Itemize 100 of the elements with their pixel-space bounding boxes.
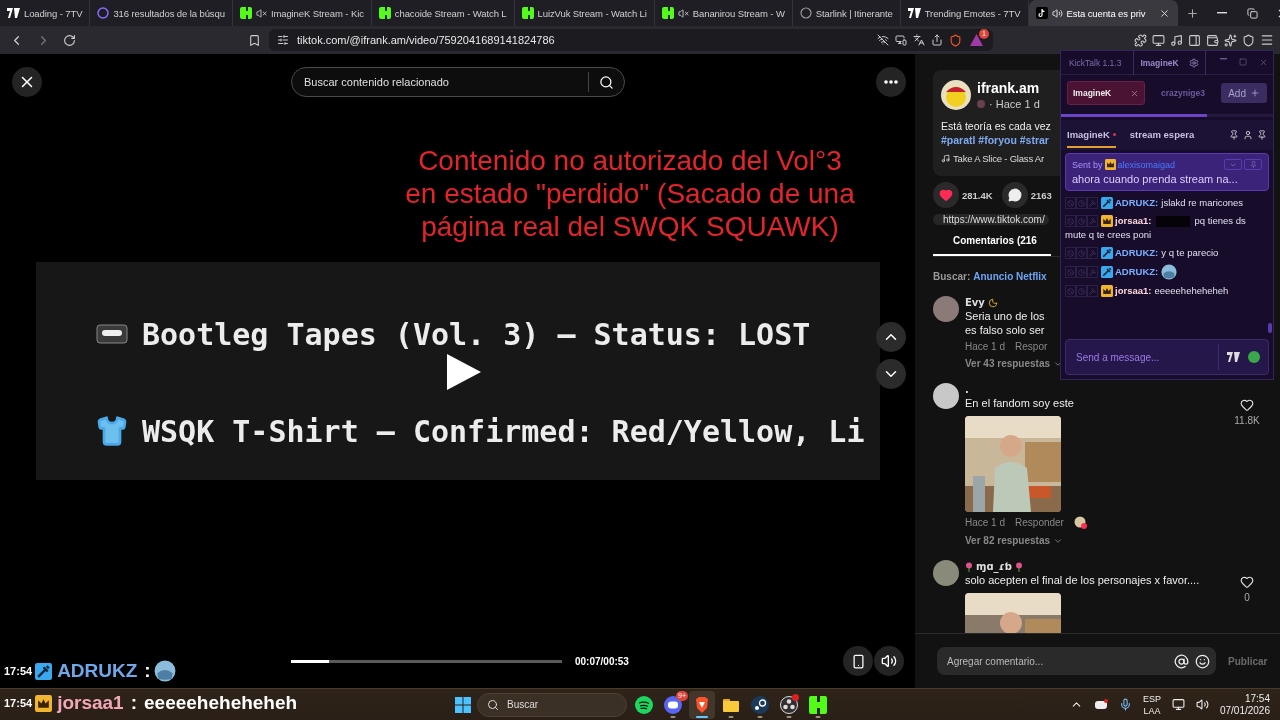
hammer-icon	[1089, 287, 1096, 295]
keyboard-layout: LAA	[1143, 704, 1161, 717]
wifi-off-icon[interactable]	[877, 34, 889, 46]
taskbar-app[interactable]	[689, 690, 715, 719]
add-button[interactable]: Add	[1221, 83, 1267, 103]
volume-icon[interactable]	[1195, 698, 1209, 711]
speech-bubble-icon	[1007, 188, 1022, 202]
kick-logo-icon	[661, 7, 674, 19]
video-text: Bootleg Tapes (Vol. 3) — Status: LOST	[142, 316, 811, 352]
reply-link[interactable]: Responder	[1015, 517, 1064, 528]
hammer-icon	[1089, 199, 1096, 207]
zigzag-logo-icon[interactable]	[1227, 352, 1240, 362]
close-icon	[1258, 58, 1268, 67]
hammer-icon	[1089, 268, 1096, 276]
scrollbar-thumb[interactable]	[1268, 323, 1272, 333]
windows-logo-icon[interactable]	[455, 696, 471, 713]
music-icon[interactable]	[1170, 33, 1183, 47]
url-text[interactable]: tiktok.com/@ifrank.am/video/7592041689141824786	[297, 34, 555, 46]
site-settings-icon[interactable]	[277, 34, 289, 46]
user-icon[interactable]	[1243, 130, 1253, 140]
settings-icon[interactable]	[1188, 57, 1199, 68]
chat-message: jslakd re maricones	[1161, 196, 1244, 210]
pin-icon[interactable]	[1257, 130, 1267, 140]
emoji-icon[interactable]	[1195, 653, 1210, 669]
mention-icon[interactable]	[1174, 653, 1189, 669]
hammer-icon	[1089, 249, 1096, 257]
reload-icon	[63, 33, 76, 47]
shield-icon[interactable]	[1242, 33, 1255, 47]
monitor-icon[interactable]	[1152, 33, 1165, 47]
chatroom-tab[interactable]: ImagineK	[1067, 81, 1145, 105]
reply-link[interactable]: Respor	[1015, 341, 1048, 352]
share-icon[interactable]	[931, 34, 943, 46]
chat-separator: :	[130, 692, 137, 714]
taskbar-search-input[interactable]: Buscar	[505, 698, 617, 711]
link-field[interactable]: https://www.tiktok.com/	[933, 214, 1049, 225]
globe-icon	[799, 7, 812, 19]
chat-username: jorsaa1:	[1115, 284, 1152, 298]
volume-button[interactable]	[874, 646, 904, 676]
speaker-icon[interactable]	[1051, 7, 1063, 19]
wallet-icon[interactable]	[1206, 33, 1219, 47]
pin-icon[interactable]	[1229, 130, 1239, 140]
post-time: · Hace 1 d	[989, 98, 1040, 110]
like-button[interactable]	[933, 182, 959, 208]
emoji-icon[interactable]	[1248, 351, 1260, 363]
puzzle-icon[interactable]	[1134, 33, 1147, 47]
search-link[interactable]: Anuncio Netflix	[973, 271, 1047, 282]
muted-speaker-icon[interactable]	[677, 7, 689, 19]
search-icon	[487, 698, 499, 711]
steam-logo-icon	[751, 695, 769, 714]
comment-input[interactable]: Agregar comentario...	[945, 654, 1168, 668]
chat-message: y q te parecio	[1161, 246, 1219, 260]
chat-message: eeeeeheheheheh	[144, 692, 298, 714]
chat-message: eeeeeheheheheh	[1154, 284, 1229, 298]
clock-icon	[1078, 199, 1085, 207]
more-button[interactable]	[876, 67, 906, 97]
message-field[interactable]: Send a message...	[1065, 339, 1269, 375]
restore-icon	[1246, 7, 1258, 19]
cast-icon[interactable]	[895, 34, 907, 46]
previous-video-button[interactable]	[876, 322, 906, 352]
video-caption: Contenido no autorizado del Vol°3 en estado "perdido" (Sacado de una página real del SWQK SQUAWK)	[405, 144, 855, 243]
menu-icon[interactable]	[1260, 33, 1274, 47]
taskbar-search-field[interactable]: Buscar	[477, 692, 627, 717]
next-video-button[interactable]	[876, 359, 906, 389]
mini-player-button[interactable]	[843, 646, 873, 676]
comment-button[interactable]	[1001, 182, 1028, 208]
heart-icon	[939, 188, 953, 202]
shield-icon[interactable]	[949, 33, 962, 47]
pinned-username: alexisomaigad	[1117, 159, 1176, 170]
sparkles-icon[interactable]	[1224, 33, 1237, 47]
sidebar-icon[interactable]	[1188, 33, 1201, 47]
muted-speaker-icon[interactable]	[255, 7, 267, 19]
view-replies-button[interactable]: Ver 82 respuestas	[965, 535, 1064, 546]
message-input[interactable]: Send a message...	[1074, 350, 1218, 364]
discord-logo-icon[interactable]	[1093, 698, 1108, 711]
search-field[interactable]: Buscar contenido relacionado	[291, 67, 625, 97]
kick-logo-icon	[809, 695, 827, 714]
triangle-icon	[970, 34, 983, 46]
minus-icon	[1219, 58, 1227, 60]
flower-icon	[1014, 561, 1023, 572]
close-button[interactable]	[12, 67, 42, 97]
language-code: ESP	[1142, 692, 1161, 705]
comments-tab[interactable]: Comentarios (216	[933, 235, 1051, 256]
network-icon[interactable]	[1171, 698, 1185, 711]
close-icon[interactable]	[1130, 88, 1139, 98]
channel-tab[interactable]: stream espera	[1129, 122, 1195, 148]
search-input[interactable]: Buscar contenido relacionado	[302, 75, 588, 89]
microphone-icon[interactable]	[1118, 698, 1132, 711]
seek-bar[interactable]	[291, 659, 562, 663]
close-tab-button[interactable]	[1159, 7, 1171, 19]
comment-text: En el fandom soy este	[965, 396, 1074, 410]
avatar-icon	[977, 100, 985, 108]
like-icon[interactable]	[1240, 398, 1254, 412]
channel-tab[interactable]: ImagineK	[1067, 122, 1116, 148]
app-title: KickTalk 1.1.3	[1069, 57, 1122, 68]
browser-tab[interactable]: Esta cuenta es priv	[1028, 0, 1179, 26]
view-replies-button[interactable]: Ver 43 respuestas	[965, 358, 1064, 369]
comment-field[interactable]: Agregar comentario...	[937, 647, 1216, 675]
close-icon	[1159, 7, 1171, 19]
like-icon[interactable]	[1240, 575, 1254, 589]
translate-icon[interactable]	[913, 34, 925, 46]
